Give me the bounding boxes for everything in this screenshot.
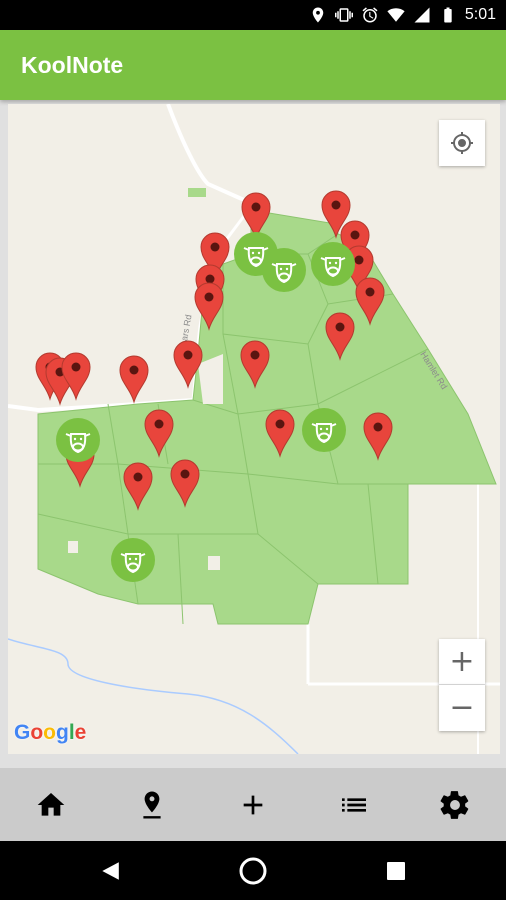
- app-title: KoolNote: [21, 52, 124, 78]
- location-icon: [312, 7, 324, 23]
- home-circle-icon: [239, 857, 267, 884]
- vibrate-icon: [334, 8, 353, 22]
- nav-add-button[interactable]: [202, 768, 303, 841]
- my-location-button[interactable]: [439, 120, 485, 166]
- nav-settings-button[interactable]: [404, 768, 505, 841]
- pin-drop-icon: [142, 790, 161, 819]
- livestock-marker[interactable]: [111, 538, 155, 582]
- app-bar: KoolNote: [0, 30, 506, 100]
- google-logo: Google: [14, 721, 87, 744]
- nav-home-button[interactable]: [0, 768, 101, 841]
- zoom-out-button[interactable]: −: [439, 685, 485, 731]
- map-pin-marker[interactable]: [61, 352, 91, 401]
- wifi-icon: [387, 8, 405, 22]
- gear-icon: [440, 790, 468, 819]
- alarm-icon: [362, 7, 378, 23]
- livestock-marker[interactable]: [302, 408, 346, 452]
- livestock-marker[interactable]: [56, 418, 100, 462]
- plus-icon: [243, 795, 262, 814]
- status-bar: 5:01: [0, 0, 506, 30]
- signal-icon: [414, 7, 430, 23]
- map-view[interactable]: Kinnears Rd Hamlet Rd + − Google: [8, 104, 500, 754]
- back-icon: [102, 861, 119, 880]
- nav-pin-button[interactable]: [101, 768, 202, 841]
- bottom-nav: [0, 768, 506, 841]
- system-back-button[interactable]: [70, 841, 150, 900]
- status-icons: 5:01: [309, 0, 496, 30]
- zoom-in-button[interactable]: +: [439, 639, 485, 685]
- home-icon: [37, 792, 64, 816]
- livestock-marker[interactable]: [311, 242, 355, 286]
- map-pin-marker[interactable]: [119, 355, 149, 404]
- status-time: 5:01: [464, 6, 496, 23]
- screen: 5:01 KoolNote Kinnears Rd Hamlet Rd + − …: [0, 0, 506, 900]
- system-nav-bar: [0, 841, 506, 900]
- recents-icon: [387, 861, 405, 880]
- map-canvas[interactable]: Kinnears Rd Hamlet Rd: [8, 104, 500, 754]
- nav-list-button[interactable]: [303, 768, 404, 841]
- my-location-icon: [451, 132, 473, 154]
- system-recents-button[interactable]: [356, 841, 436, 900]
- livestock-marker[interactable]: [262, 248, 306, 292]
- battery-icon: [444, 7, 452, 23]
- system-home-button[interactable]: [213, 841, 293, 900]
- list-icon: [341, 797, 366, 812]
